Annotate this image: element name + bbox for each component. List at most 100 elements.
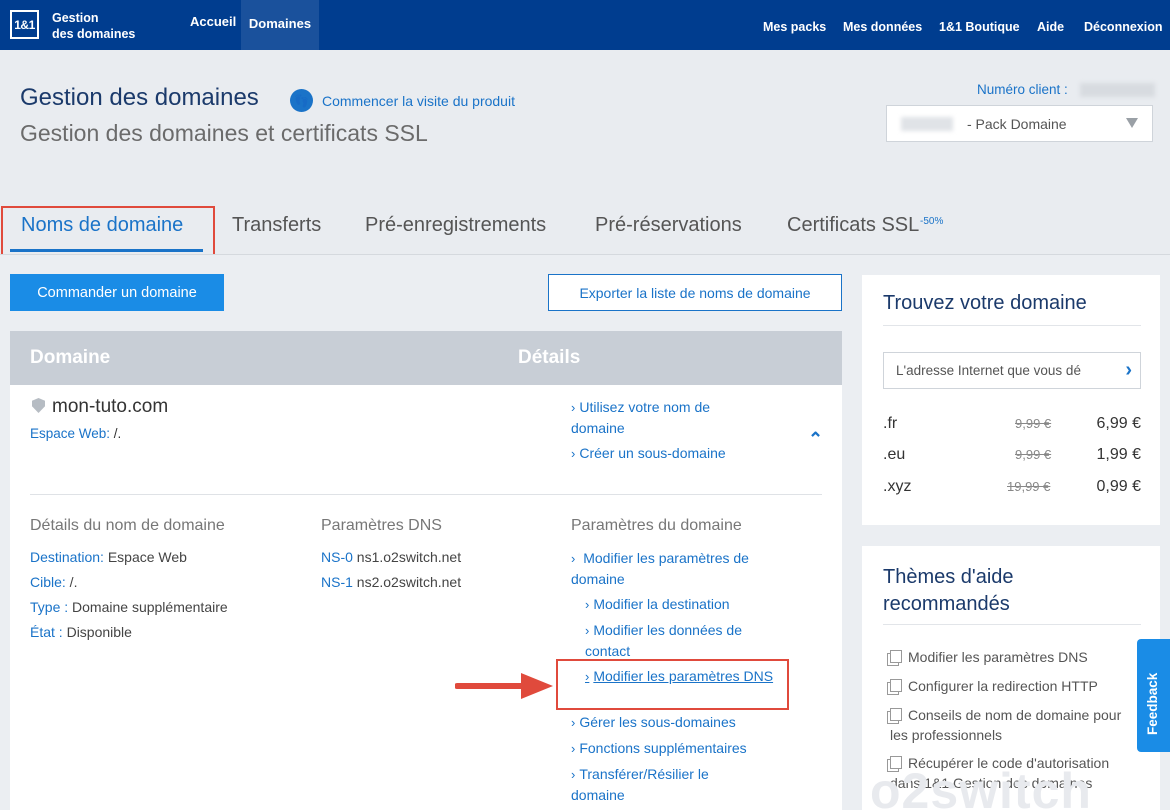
cible-value: /.	[65, 574, 78, 590]
chevron-right-icon[interactable]: ›	[1125, 359, 1132, 382]
brand-title: Gestion des domaines	[52, 10, 135, 42]
column-header-domaine: Domaine	[30, 347, 111, 368]
espace-web-value: /.	[110, 426, 122, 441]
red-arrow-icon	[455, 673, 553, 699]
modify-destination-link[interactable]: › Modifier la destination	[585, 594, 730, 615]
tab-transferts[interactable]: Transferts	[232, 214, 321, 237]
modify-domain-params-label: Modifier les paramètres de domaine	[571, 550, 749, 587]
new-price-xyz: 0,99 €	[1096, 478, 1141, 495]
etat-key[interactable]: État :	[30, 624, 63, 640]
help-item-conseils[interactable]: Conseils de nom de domaine pour les prof…	[890, 705, 1140, 745]
domain-table: Domaine Détails mon-tuto.com Espace Web:…	[10, 331, 842, 810]
old-price-eu: 9,99 €	[1015, 447, 1052, 462]
feedback-label: Feedback	[1145, 672, 1160, 735]
modify-domain-params-link[interactable]: › Modifier les paramètres de domaine	[571, 548, 781, 589]
ns0-key[interactable]: NS-0	[321, 549, 353, 565]
nav-accueil[interactable]: Accueil	[190, 0, 236, 47]
ns1-row: NS-1 ns2.o2switch.net	[321, 574, 461, 590]
client-number-redacted	[1080, 83, 1155, 97]
espace-web-info: Espace Web: /.	[30, 426, 121, 441]
espace-web-link[interactable]: Espace Web:	[30, 426, 110, 441]
document-icon	[890, 679, 902, 692]
modify-contact-link[interactable]: › Modifier les données de contact	[585, 620, 775, 661]
nav-aide[interactable]: Aide	[1037, 0, 1064, 50]
ns1-value: ns2.o2switch.net	[352, 574, 462, 590]
destination-value: Espace Web	[103, 549, 187, 565]
extra-functions-link[interactable]: › Fonctions supplémentaires	[571, 738, 747, 759]
old-price-fr: 9,99 €	[1015, 416, 1052, 431]
chevron-up-icon[interactable]: ⌃	[808, 429, 823, 450]
domain-search-card: Trouvez votre domaine › .fr 9,99 € 6,99 …	[862, 275, 1160, 525]
ns1-key[interactable]: NS-1	[321, 574, 353, 590]
etat-value: Disponible	[62, 624, 132, 640]
type-row: Type : Domaine supplémentaire	[30, 599, 228, 615]
chevron-right-icon: ›	[571, 767, 576, 782]
type-value: Domaine supplémentaire	[68, 599, 228, 615]
chevron-right-icon: ›	[571, 715, 576, 730]
manage-subdomains-link[interactable]: › Gérer les sous-domaines	[571, 712, 736, 733]
product-tour-link[interactable]: Commencer la visite du produit	[322, 93, 515, 109]
help-item-label: Conseils de nom de domaine pour les prof…	[890, 707, 1122, 743]
document-icon	[890, 650, 902, 663]
brand-line-1: Gestion	[52, 11, 99, 25]
card-divider	[883, 624, 1141, 625]
chevron-right-icon: ›	[571, 400, 576, 415]
chevron-right-icon: ›	[571, 446, 576, 461]
nav-domaines[interactable]: Domaines	[241, 0, 319, 50]
type-key[interactable]: Type :	[30, 599, 68, 615]
logo[interactable]: 1&1	[10, 10, 39, 39]
use-domain-link[interactable]: › Utilisez votre nom de domaine	[571, 397, 751, 438]
page-subtitle: Gestion des domaines et certificats SSL	[20, 120, 428, 146]
pack-name-redacted	[901, 117, 953, 131]
domain-search-box: ›	[883, 352, 1141, 389]
document-icon	[890, 708, 902, 721]
create-subdomain-link[interactable]: › Créer un sous-domaine	[571, 443, 726, 464]
column-header-details: Détails	[518, 347, 581, 368]
highlight-box-dns	[556, 659, 789, 710]
nav-boutique[interactable]: 1&1 Boutique	[939, 0, 1020, 50]
help-title-line-1: Thèmes d'aide	[883, 566, 1014, 588]
footsteps-icon[interactable]: 👣	[290, 89, 313, 112]
help-item-redirection[interactable]: Configurer la redirection HTTP	[890, 676, 1145, 696]
nav-mes-donnees[interactable]: Mes données	[843, 0, 922, 50]
create-subdomain-label: Créer un sous-domaine	[579, 445, 726, 461]
top-nav: 1&1 Gestion des domaines Accueil Domaine…	[0, 0, 1170, 50]
nav-deconnexion[interactable]: Déconnexion	[1084, 0, 1163, 50]
client-number-label: Numéro client :	[977, 82, 1068, 97]
nav-mes-packs[interactable]: Mes packs	[763, 0, 826, 50]
help-item-dns[interactable]: Modifier les paramètres DNS	[890, 647, 1145, 667]
cible-row: Cible: /.	[30, 574, 77, 590]
destination-key[interactable]: Destination:	[30, 549, 104, 565]
brand-line-2: des domaines	[52, 27, 136, 41]
domain-name[interactable]: mon-tuto.com	[52, 396, 168, 418]
export-list-button[interactable]: Exporter la liste de noms de domaine	[548, 274, 842, 311]
help-item-label: Configurer la redirection HTTP	[908, 678, 1098, 694]
page-title: Gestion des domaines	[20, 84, 259, 111]
feedback-tab[interactable]: Feedback	[1137, 639, 1170, 752]
tab-certificats-ssl[interactable]: Certificats SSL	[787, 214, 919, 237]
tld-xyz: .xyz	[883, 478, 912, 495]
transfer-cancel-link[interactable]: › Transférer/Résilier le domaine	[571, 764, 751, 805]
pack-select-value: - Pack Domaine	[967, 116, 1067, 132]
table-header: Domaine Détails	[10, 331, 842, 385]
domain-search-input[interactable]	[884, 353, 1104, 388]
use-domain-label: Utilisez votre nom de domaine	[571, 399, 711, 436]
transfer-cancel-label: Transférer/Résilier le domaine	[571, 766, 709, 803]
order-domain-button[interactable]: Commander un domaine	[10, 274, 224, 311]
tab-pre-enregistrements[interactable]: Pré-enregistrements	[365, 214, 546, 237]
help-topics-title: Thèmes d'aide recommandés	[883, 564, 1014, 618]
card-divider	[883, 325, 1141, 326]
row-divider	[30, 494, 822, 495]
ns0-row: NS-0 ns1.o2switch.net	[321, 549, 461, 565]
pack-select[interactable]: - Pack Domaine	[886, 105, 1153, 142]
chevron-right-icon: ›	[585, 597, 590, 612]
modify-destination-label: Modifier la destination	[593, 596, 730, 612]
watermark: o2switch	[870, 763, 1092, 810]
cible-key[interactable]: Cible:	[30, 574, 66, 590]
chevron-right-icon: ›	[571, 551, 576, 566]
tld-fr: .fr	[883, 415, 898, 432]
chevron-right-icon: ›	[571, 741, 576, 756]
help-item-label: Modifier les paramètres DNS	[908, 649, 1088, 665]
tab-pre-reservations[interactable]: Pré-réservations	[595, 214, 742, 237]
dns-params-title: Paramètres DNS	[321, 517, 442, 534]
